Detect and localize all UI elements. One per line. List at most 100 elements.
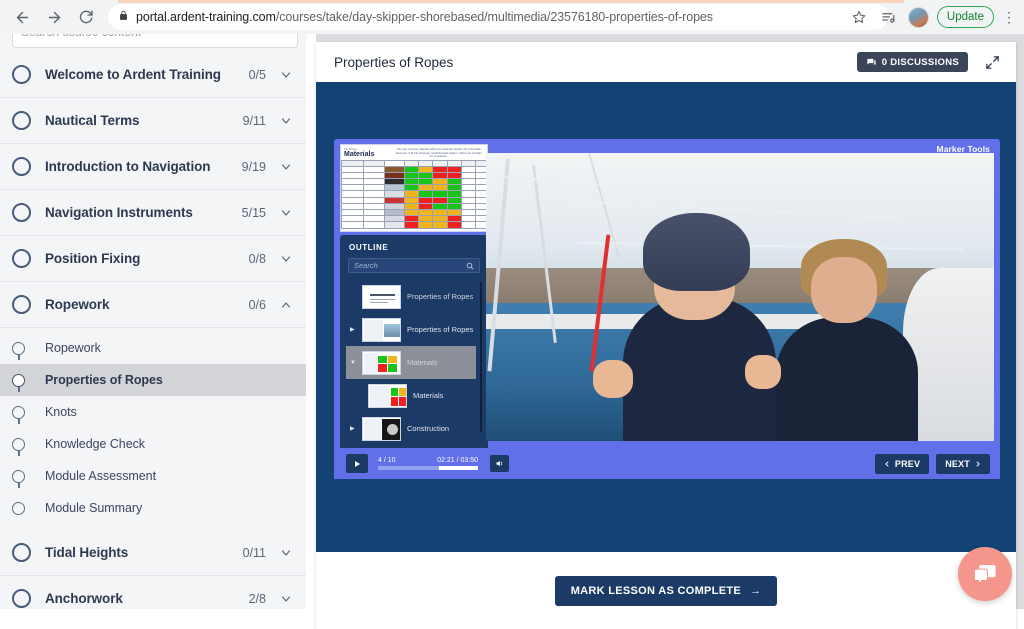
chat-bubble-icon [867,58,876,65]
sidebar-section-anchorwork[interactable]: Anchorwork 2/8 [0,576,306,609]
page-body: Search course content Welcome to Ardent … [0,34,1024,629]
video-hand [592,360,634,398]
section-count: 0/11 [242,545,266,560]
complete-label: MARK LESSON AS COMPLETE [570,584,741,597]
sidebar-section-welcome[interactable]: Welcome to Ardent Training 0/5 [0,52,306,98]
sidebar-lesson-properties-of-ropes[interactable]: Properties of Ropes [0,364,306,396]
url-domain: portal.ardent-training.com [136,10,276,24]
scorm-player: Marker Tools Day Skipper Materials The m… [334,139,1000,479]
lesson-status-circle-icon [12,373,25,387]
discussions-label: 0 DISCUSSIONS [881,56,959,68]
sidebar-lesson-knowledge-check[interactable]: Knowledge Check [0,428,306,460]
outline-item-nested[interactable]: Materials [346,379,476,412]
section-title: Nautical Terms [45,113,140,128]
lesson-label: Module Summary [45,501,143,515]
expand-fullscreen-icon[interactable] [980,50,1004,74]
chevron-right-icon [976,461,980,466]
lesson-status-circle-icon [12,469,25,483]
progress-circle-icon [12,111,31,130]
time-readout: 02:21 / 03:50 [437,457,478,465]
chevron-down-icon [281,163,291,170]
lesson-label: Properties of Ropes [45,373,163,387]
sidebar-search-input[interactable]: Search course content [12,34,298,48]
lesson-status-circle-icon [12,437,25,451]
lesson-panel: Properties of Ropes 0 DISCUSSIONS Marker… [316,42,1016,629]
lesson-header: Properties of Ropes 0 DISCUSSIONS [316,42,1016,82]
chevron-down-icon [281,71,291,78]
outline-title: OUTLINE [349,243,389,252]
outline-item-selected[interactable]: ▼ Materials [346,346,476,379]
chevron-up-icon [281,301,291,308]
playback-readouts: 4 / 10 02:21 / 03:50 [378,457,478,464]
sidebar-section-nautical-terms[interactable]: Nautical Terms 9/11 [0,98,306,144]
discussions-button[interactable]: 0 DISCUSSIONS [856,52,968,72]
forward-arrow-icon[interactable] [40,3,68,31]
sidebar-lesson-knots[interactable]: Knots [0,396,306,428]
materials-table [341,159,487,229]
section-title: Navigation Instruments [45,205,193,220]
chevron-right-icon[interactable]: ▶ [350,425,356,432]
lesson-video[interactable] [486,153,994,441]
reading-list-icon[interactable] [878,6,900,28]
outline-thumbnail [362,284,401,309]
mark-lesson-complete-button[interactable]: MARK LESSON AS COMPLETE → [554,575,778,606]
slide-thumb-title: Materials [344,151,375,158]
back-arrow-icon[interactable] [8,3,36,31]
section-count: 0/5 [248,67,266,82]
sidebar-section-introduction-to-navigation[interactable]: Introduction to Navigation 9/19 [0,144,306,190]
sidebar-section-ropework[interactable]: Ropework 0/6 [0,282,306,328]
chat-widget-button[interactable] [958,547,1012,601]
outline-item[interactable]: Properties of Ropes [346,280,476,313]
volume-icon[interactable] [490,455,509,472]
video-person-second [775,317,918,441]
outline-search-input[interactable]: Search [348,258,480,273]
profile-avatar[interactable] [907,6,929,28]
sidebar-section-position-fixing[interactable]: Position Fixing 0/8 [0,236,306,282]
course-sidebar: Search course content Welcome to Ardent … [0,34,306,609]
section-count: 0/8 [248,251,266,266]
sidebar-lesson-module-summary[interactable]: Module Summary [0,492,306,524]
sidebar-lesson-ropework[interactable]: Ropework [0,332,306,364]
outline-item-label: Materials [413,391,444,400]
progress-track[interactable] [378,466,478,470]
kebab-menu-icon[interactable]: ⋮ [1002,10,1016,24]
url-path: /courses/take/day-skipper-shorebased/mul… [275,10,713,24]
player-nav-buttons: PREV NEXT [874,453,992,474]
url-text: portal.ardent-training.com/courses/take/… [136,10,713,24]
prev-button[interactable]: PREV [874,453,930,474]
browser-nav-buttons [0,3,100,31]
ropework-lesson-list: Ropework Properties of Ropes Knots Knowl… [0,328,306,530]
play-icon[interactable] [346,454,368,473]
chevron-left-icon [885,461,889,466]
section-count: 9/11 [242,113,266,128]
sidebar-lesson-module-assessment[interactable]: Module Assessment [0,460,306,492]
outline-search-placeholder: Search [354,261,378,270]
sidebar-gutter [306,34,316,609]
progress-circle-icon [12,589,31,608]
lesson-status-circle-icon [12,501,25,515]
outline-item-label: Properties of Ropes [407,325,474,334]
video-beanie-hat [643,213,751,292]
outline-panel: OUTLINE Search Properties of Ropes ▶ Pro… [340,235,488,453]
outline-item[interactable]: ▶ Construction [346,412,476,445]
reload-icon[interactable] [72,3,100,31]
chevron-down-icon[interactable]: ▼ [350,360,356,366]
magnifier-icon [466,262,474,269]
outline-item[interactable]: ▶ Properties of Ropes [346,313,476,346]
section-count: 5/15 [241,205,266,220]
chevron-down-icon [281,117,291,124]
star-icon[interactable] [848,6,870,28]
player-controls: 4 / 10 02:21 / 03:50 PREV NEXT [334,448,1000,479]
sidebar-section-navigation-instruments[interactable]: Navigation Instruments 5/15 [0,190,306,236]
address-bar[interactable]: portal.ardent-training.com/courses/take/… [108,4,888,30]
update-button[interactable]: Update [936,6,994,28]
sidebar-section-tidal-heights[interactable]: Tidal Heights 0/11 [0,530,306,576]
outline-scrollbar[interactable] [480,282,482,432]
chevron-right-icon[interactable]: ▶ [350,326,356,333]
next-button[interactable]: NEXT [936,453,990,474]
slide-thumbnail-materials[interactable]: Day Skipper Materials The most common ma… [340,144,488,232]
playback-progress[interactable]: 4 / 10 02:21 / 03:50 [378,457,478,470]
progress-circle-icon [12,65,31,84]
chevron-down-icon [281,255,291,262]
progress-circle-icon [12,543,31,562]
